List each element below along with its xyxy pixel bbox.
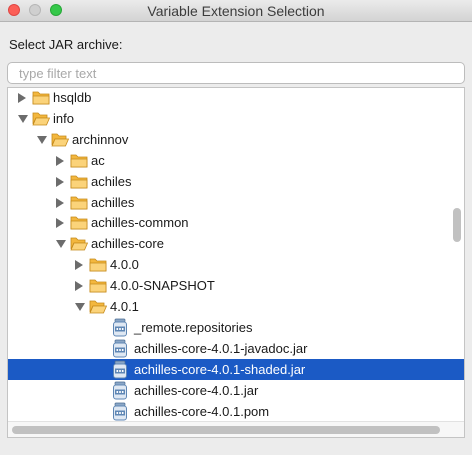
horizontal-scrollbar-thumb[interactable] (12, 426, 440, 434)
tree-file-row[interactable]: achilles-core-4.0.1.pom (8, 401, 464, 422)
folder-icon (70, 154, 88, 168)
tree-item-label: ac (91, 152, 105, 168)
disclosure-expanded-icon[interactable] (37, 135, 47, 144)
tree-item-label: achilles-core-4.0.1-shaded.jar (134, 361, 306, 377)
tree-folder-row[interactable]: achilles-common (8, 212, 464, 233)
tree-item-label: achilles-core (91, 236, 164, 252)
tree-item-label: 4.0.0-SNAPSHOT (110, 278, 215, 294)
disclosure-collapsed-icon[interactable] (56, 197, 64, 208)
folder-icon (32, 91, 50, 105)
disclosure-collapsed-icon[interactable] (56, 155, 64, 166)
tree-folder-row[interactable]: achilles (8, 192, 464, 213)
tree-item-label: hsqldb (53, 90, 92, 105)
tree-item-label: achilles-core-4.0.1.pom (134, 403, 270, 419)
tree-file-row[interactable]: achilles-core-4.0.1-shaded.jar (8, 358, 464, 380)
disclosure-expanded-icon[interactable] (75, 303, 85, 311)
vertical-scrollbar-thumb[interactable] (453, 208, 461, 242)
disclosure-collapsed-icon[interactable] (18, 93, 26, 103)
open-folder-icon (89, 300, 107, 314)
tree-item-label: achilles (91, 194, 135, 210)
jar-file-icon (113, 339, 127, 358)
jar-tree[interactable]: achilles-core-4.0.1.pom achilles-core-4.0… (7, 87, 465, 438)
jar-file-icon (113, 360, 127, 379)
tree-folder-row[interactable]: achiles (8, 171, 464, 192)
tree-item-label: info (53, 110, 74, 126)
open-folder-icon (70, 237, 88, 251)
tree-file-row[interactable]: _remote.repositories (8, 317, 464, 338)
folder-icon (70, 175, 88, 188)
tree-folder-row[interactable]: hsqldb (8, 88, 464, 108)
tree-item-label: achilles-common (91, 215, 189, 231)
tree-item-label: achilles-core-4.0.1.jar (134, 382, 259, 398)
tree-item-label: archinnov (72, 131, 129, 147)
tree-folder-row[interactable]: ac (8, 150, 464, 171)
disclosure-collapsed-icon[interactable] (56, 218, 64, 229)
open-folder-icon (32, 112, 50, 126)
tree-item-label: achiles (91, 173, 132, 189)
select-jar-label: Select JAR archive: (9, 37, 123, 52)
tree-item-label: _remote.repositories (134, 319, 253, 335)
tree-folder-row[interactable]: 4.0.0 (8, 254, 464, 275)
disclosure-collapsed-icon[interactable] (75, 281, 83, 292)
disclosure-collapsed-icon[interactable] (75, 260, 83, 271)
tree-item-label: achilles-core-4.0.1-javadoc.jar (134, 340, 308, 356)
horizontal-scrollbar[interactable] (8, 421, 464, 437)
disclosure-collapsed-icon[interactable] (56, 176, 64, 187)
jar-file-icon (113, 402, 127, 420)
folder-icon (70, 216, 88, 230)
tree-folder-row[interactable]: archinnov (8, 129, 464, 150)
tree-item-label: 4.0.1 (110, 299, 139, 314)
tree-folder-row[interactable]: 4.0.1 (8, 296, 464, 317)
folder-icon (89, 258, 107, 272)
folder-icon (70, 196, 88, 209)
window-title: Variable Extension Selection (147, 3, 325, 19)
title-bar: Variable Extension Selection (0, 0, 472, 22)
tree-item-label: 4.0.0 (110, 257, 139, 273)
folder-icon (89, 279, 107, 293)
open-folder-icon (51, 133, 69, 147)
disclosure-expanded-icon[interactable] (18, 114, 28, 123)
disclosure-expanded-icon[interactable] (56, 240, 66, 249)
tree-folder-row[interactable]: achilles-core (8, 233, 464, 254)
jar-file-icon (113, 318, 127, 337)
tree-file-row[interactable]: achilles-core-4.0.1.jar (8, 380, 464, 401)
tree-folder-row[interactable]: info (8, 108, 464, 129)
tree-file-row[interactable]: achilles-core-4.0.1-javadoc.jar (8, 338, 464, 359)
filter-input[interactable] (7, 62, 465, 84)
tree-folder-row[interactable]: 4.0.0-SNAPSHOT (8, 275, 464, 296)
jar-file-icon (113, 381, 127, 400)
